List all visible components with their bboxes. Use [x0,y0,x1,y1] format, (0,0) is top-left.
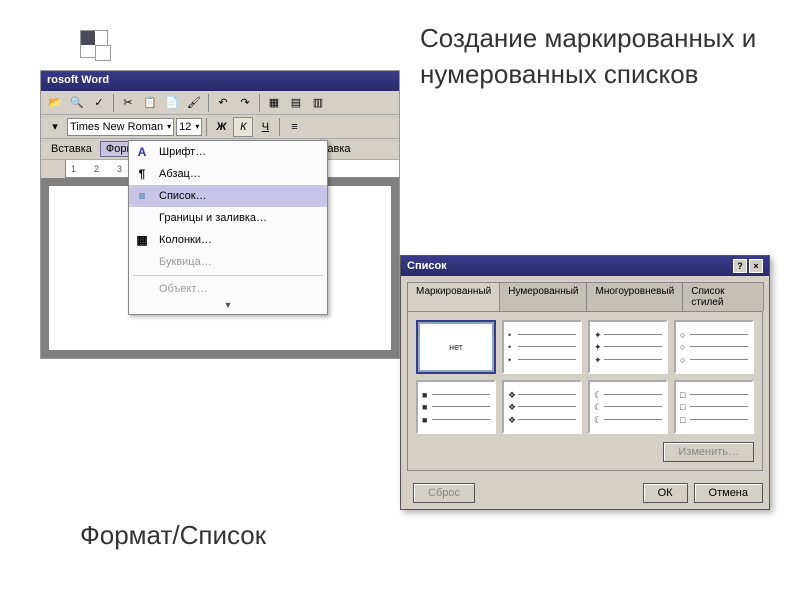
style-dropdown-arrow[interactable]: ▾ [45,117,65,137]
tab-panel: нет • • • ✦ ✦ ✦ ○ ○ ○ ■ ■ ■ [407,311,763,471]
bullet-icon: ○ [680,355,685,365]
menu-borders-label: Границы и заливка… [159,212,267,224]
cancel-button[interactable]: Отмена [694,483,763,503]
cut-icon[interactable]: ✂ [118,93,138,113]
bullet-icon: • [508,355,511,365]
preview-option[interactable]: ○ ○ ○ [674,320,754,374]
menu-dropcap-label: Буквица… [159,256,212,268]
ok-button[interactable]: ОК [643,483,688,503]
preview-option[interactable]: ❖ ❖ ❖ [502,380,582,434]
dialog-titlebar: Список ? × [401,256,769,276]
menu-object-label: Объект… [159,283,207,295]
menu-columns-label: Колонки… [159,234,212,246]
columns-icon: ▦ [133,231,151,249]
align-left-icon[interactable]: ≡ [284,117,304,137]
preview-option[interactable]: ☾ ☾ ☾ [588,380,668,434]
help-icon[interactable]: ? [733,259,747,273]
menu-font[interactable]: A Шрифт… [129,141,327,163]
preview-option[interactable]: □ □ □ [674,380,754,434]
bullet-icon: ■ [422,415,427,425]
underline-button[interactable]: Ч [255,117,275,137]
toolbar-formatting: ▾ Times New Roman▾ 12▾ Ж К Ч ≡ [41,115,399,139]
menu-insert[interactable]: Вставка [45,141,98,157]
bullet-icon: ✦ [594,342,602,353]
slide-heading: Создание маркированных и нумерованных сп… [420,20,800,93]
redo-icon[interactable]: ↷ [235,93,255,113]
bullet-icon: ○ [680,330,685,340]
toolbar-standard: 📂 🔍 ✓ ✂ 📋 📄 🖌 ↶ ↷ ▦ ▤ ▥ [41,91,399,115]
slide-bullet-icon [80,30,108,58]
menu-font-label: Шрифт… [159,146,206,158]
menu-separator [133,275,323,276]
menu-borders[interactable]: Границы и заливка… [129,207,327,229]
bullet-icon: ☾ [594,415,602,426]
tab-numbered[interactable]: Нумерованный [499,282,587,311]
bullet-icon: ❖ [508,402,516,413]
bullet-icon: □ [680,390,685,400]
menu-dropcap[interactable]: Буквица… [129,251,327,273]
bullet-icon: • [508,330,511,340]
bullet-icon: ○ [680,342,685,352]
menu-list-label: Список… [159,190,207,202]
bullet-icon: ☾ [594,390,602,401]
dialog-buttons: Сброс ОК Отмена [401,477,769,509]
list-icon: ≡ [133,187,151,205]
font-name-combo[interactable]: Times New Roman▾ [67,118,174,136]
preview-option[interactable]: • • • [502,320,582,374]
bullet-icon: • [508,342,511,352]
bold-button[interactable]: Ж [211,117,231,137]
bullet-icon: ✦ [594,330,602,341]
spell-icon[interactable]: ✓ [89,93,109,113]
bullet-icon: ■ [422,390,427,400]
bullet-icon: ☾ [594,402,602,413]
preview-option[interactable]: ■ ■ ■ [416,380,496,434]
format-dropdown: A Шрифт… ¶ Абзац… ≡ Список… Границы и за… [128,140,328,315]
word-titlebar: rosoft Word [41,71,399,91]
tab-bulleted[interactable]: Маркированный [407,282,500,311]
bullet-icon: □ [680,415,685,425]
preview-option[interactable]: ✦ ✦ ✦ [588,320,668,374]
tab-multilevel[interactable]: Многоуровневый [586,282,683,311]
menu-paragraph[interactable]: ¶ Абзац… [129,163,327,185]
undo-icon[interactable]: ↶ [213,93,233,113]
bullet-icon: □ [680,402,685,412]
bullet-icon: ❖ [508,390,516,401]
reset-button[interactable]: Сброс [413,483,475,503]
bullet-icon: ❖ [508,415,516,426]
close-icon[interactable]: × [749,259,763,273]
font-size-value: 12 [179,121,191,133]
slide-caption: Формат/Список [80,520,266,551]
table-icon[interactable]: ▦ [264,93,284,113]
font-size-combo[interactable]: 12▾ [176,118,202,136]
dialog-tabs: Маркированный Нумерованный Многоуровневы… [401,276,769,311]
format-painter-icon[interactable]: 🖌 [184,93,204,113]
paste-icon[interactable]: 📄 [162,93,182,113]
chevron-down-icon: ▾ [191,122,199,131]
font-icon: A [133,143,151,161]
preview-grid: нет • • • ✦ ✦ ✦ ○ ○ ○ ■ ■ ■ [416,320,754,434]
font-name-value: Times New Roman [70,121,163,133]
menu-expand-icon[interactable]: ▼ [129,300,327,314]
list-dialog: Список ? × Маркированный Нумерованный Мн… [400,255,770,510]
open-icon[interactable]: 📂 [45,93,65,113]
bullet-icon: ■ [422,402,427,412]
paragraph-icon: ¶ [133,165,151,183]
dialog-title: Список [407,260,447,272]
search-icon[interactable]: 🔍 [67,93,87,113]
columns-icon[interactable]: ▥ [308,93,328,113]
menu-paragraph-label: Абзац… [159,168,201,180]
excel-icon[interactable]: ▤ [286,93,306,113]
menu-object[interactable]: Объект… [129,278,327,300]
chevron-down-icon: ▾ [163,122,171,131]
preview-none-label: нет [449,342,463,352]
italic-button[interactable]: К [233,117,253,137]
menu-list[interactable]: ≡ Список… [129,185,327,207]
copy-icon[interactable]: 📋 [140,93,160,113]
bullet-icon: ✦ [594,355,602,366]
change-button[interactable]: Изменить… [663,442,754,462]
menu-columns[interactable]: ▦ Колонки… [129,229,327,251]
preview-none[interactable]: нет [416,320,496,374]
tab-list-styles[interactable]: Список стилей [682,282,764,311]
